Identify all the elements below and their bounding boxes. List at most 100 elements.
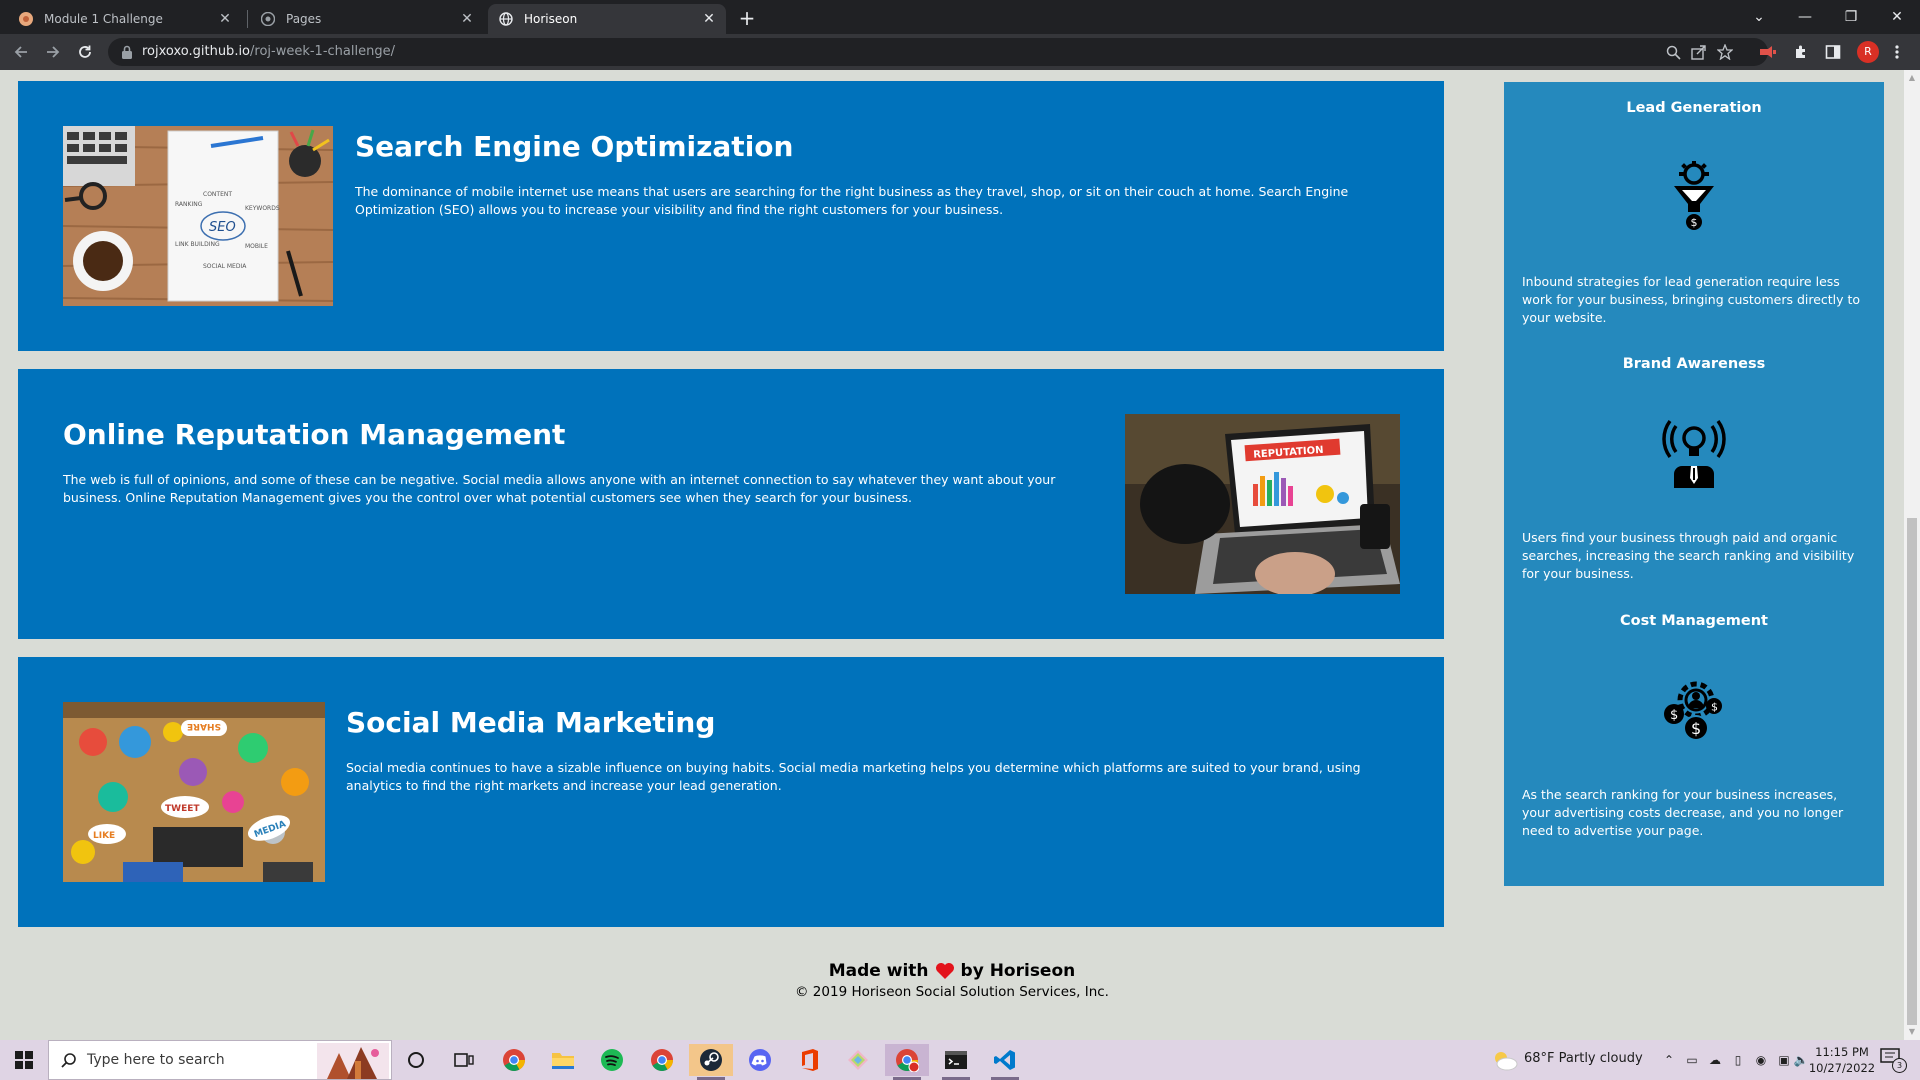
card-title-seo: Search Engine Optimization <box>355 130 794 163</box>
chrome-icon[interactable] <box>492 1044 536 1076</box>
cortana-icon[interactable] <box>394 1044 438 1076</box>
browser-tab-bar: Module 1 Challenge ✕ Pages ✕ Horiseon ✕ … <box>0 0 1920 34</box>
taskbar-search-box[interactable]: Type here to search <box>48 1040 392 1080</box>
lock-icon[interactable] <box>120 44 134 60</box>
display-icon[interactable]: ▣ <box>1775 1051 1793 1069</box>
file-explorer-icon[interactable] <box>541 1044 585 1076</box>
restore-icon[interactable]: ❐ <box>1828 0 1874 34</box>
close-icon[interactable]: ✕ <box>216 10 234 28</box>
extensions-puzzle-icon[interactable] <box>1790 40 1812 64</box>
content-card-smm: SHARE TWEET LIKE MEDIA Social Media Mark… <box>18 657 1444 927</box>
seo-image-word: RANKING <box>175 201 203 208</box>
arrow-right-icon <box>47 46 60 58</box>
card-title-smm: Social Media Marketing <box>346 706 716 739</box>
start-button[interactable] <box>0 1040 48 1080</box>
seo-image-word: SOCIAL MEDIA <box>203 263 247 270</box>
zoom-icon[interactable] <box>1662 40 1684 64</box>
search-icon <box>61 1053 76 1068</box>
menu-kebab-icon[interactable] <box>1886 40 1908 64</box>
profile-avatar[interactable]: R <box>1857 41 1879 63</box>
address-bar[interactable]: rojxoxo.github.io/roj-week-1-challenge/ <box>108 38 1768 66</box>
back-button[interactable] <box>9 40 33 64</box>
side-panel-icon[interactable] <box>1822 40 1844 64</box>
url-host: rojxoxo.github.io <box>142 44 251 59</box>
benefit-text-brand-awareness: Users find your business through paid an… <box>1522 530 1855 581</box>
card-text-orm: The web is full of opinions, and some of… <box>63 472 1056 505</box>
clock[interactable]: 11:15 PM 10/27/2022 <box>1806 1044 1878 1076</box>
seo-image-word: KEYWORDS <box>245 205 280 212</box>
battery-icon[interactable]: ▯ <box>1729 1051 1747 1069</box>
arrow-left-icon <box>14 46 27 58</box>
footer-made-with: Made with by Horiseon <box>0 960 1904 982</box>
windows-logo-icon <box>15 1051 33 1069</box>
heart-icon <box>935 963 954 979</box>
smm-image-word: SHARE <box>187 721 221 731</box>
gear-dollar-icon: $ $ $ <box>1664 681 1722 741</box>
orm-image: REPUTATION <box>1125 414 1400 594</box>
search-placeholder: Type here to search <box>87 1052 225 1068</box>
partly-cloudy-icon <box>1495 1052 1518 1071</box>
clock-date: 10/27/2022 <box>1808 1061 1876 1075</box>
windows-taskbar: Type here to search 68°F Partly cloudy ⌃… <box>0 1040 1920 1080</box>
chevron-up-icon[interactable]: ⌃ <box>1660 1051 1678 1069</box>
scroll-up-icon[interactable]: ▲ <box>1907 73 1917 83</box>
new-tab-button[interactable]: + <box>735 6 759 30</box>
search-highlight-image-icon <box>317 1043 389 1079</box>
seo-image-word: SEO <box>209 220 236 235</box>
seo-image-word: CONTENT <box>203 191 232 198</box>
terminal-icon[interactable] <box>934 1044 978 1080</box>
lightbulb-broadcast-icon <box>1662 419 1726 488</box>
seo-image: CONTENT RANKING KEYWORDS LINK BUILDING M… <box>63 126 333 306</box>
card-text-smm: Social media continues to have a sizable… <box>346 760 1361 793</box>
clock-time: 11:15 PM <box>1815 1045 1869 1059</box>
smm-image: SHARE TWEET LIKE MEDIA <box>63 702 325 882</box>
discord-icon[interactable] <box>738 1044 782 1076</box>
seo-image-word: LINK BUILDING <box>175 241 220 248</box>
tab-title: Horiseon <box>524 12 578 26</box>
card-text-seo: The dominance of mobile internet use mea… <box>355 184 1349 217</box>
smm-image-word: TWEET <box>165 804 200 814</box>
scrollbar-thumb[interactable] <box>1907 518 1917 1025</box>
steam-icon[interactable] <box>689 1044 733 1080</box>
bookmark-star-icon[interactable] <box>1714 40 1736 64</box>
scroll-down-icon[interactable]: ▼ <box>1907 1027 1917 1037</box>
orange-circle-icon <box>18 11 34 27</box>
benefit-text-lead-generation: Inbound strategies for lead generation r… <box>1522 274 1861 325</box>
task-view-icon[interactable] <box>442 1044 486 1076</box>
reload-icon <box>79 45 91 58</box>
tab-search-chevron-icon[interactable]: ⌄ <box>1736 0 1782 34</box>
close-icon[interactable]: ✕ <box>700 10 718 28</box>
chrome-profile-icon[interactable] <box>640 1044 684 1076</box>
notification-button[interactable]: 3 <box>1880 1048 1907 1073</box>
weather-text[interactable]: 68°F Partly cloudy <box>1524 1051 1643 1066</box>
tab-module-1-challenge[interactable]: Module 1 Challenge ✕ <box>8 4 242 34</box>
funnel-dollar-icon: $ <box>1674 161 1714 230</box>
benefits-sidebar: Lead Generation $ Inbound strategies for… <box>1504 82 1884 886</box>
forward-button[interactable] <box>41 40 65 64</box>
reload-button[interactable] <box>73 40 97 64</box>
url-text[interactable]: rojxoxo.github.io/roj-week-1-challenge/ <box>142 44 395 59</box>
tab-horiseon[interactable]: Horiseon ✕ <box>488 4 726 34</box>
footer-copyright: © 2019 Horiseon Social Solution Services… <box>795 984 1109 1000</box>
window-close-icon[interactable]: ✕ <box>1874 0 1920 34</box>
gitkraken-icon[interactable] <box>836 1044 880 1076</box>
network-device-icon[interactable]: ▭ <box>1683 1051 1701 1069</box>
extension-red-icon[interactable] <box>1757 40 1779 64</box>
tab-pages[interactable]: Pages ✕ <box>250 4 484 34</box>
close-icon[interactable]: ✕ <box>458 10 476 28</box>
share-icon[interactable] <box>1688 40 1710 64</box>
chrome-active-icon[interactable] <box>885 1044 929 1080</box>
minimize-icon[interactable]: — <box>1782 0 1828 34</box>
page-scrollbar[interactable]: ▲ ▼ <box>1904 70 1920 1040</box>
vscode-icon[interactable] <box>983 1044 1027 1080</box>
spotify-icon[interactable] <box>590 1044 634 1076</box>
tab-title: Module 1 Challenge <box>44 12 163 26</box>
svg-text:$: $ <box>1711 701 1718 714</box>
office-icon[interactable] <box>787 1044 831 1076</box>
page-footer: Made with by Horiseon © 2019 Horiseon So… <box>0 960 1904 1001</box>
github-icon <box>260 11 276 27</box>
cloud-icon[interactable]: ☁ <box>1706 1051 1724 1069</box>
benefit-title-cost-management: Cost Management <box>1620 613 1768 629</box>
content-card-orm: Online Reputation Management The web is … <box>18 369 1444 639</box>
webcam-icon[interactable]: ◉ <box>1752 1051 1770 1069</box>
